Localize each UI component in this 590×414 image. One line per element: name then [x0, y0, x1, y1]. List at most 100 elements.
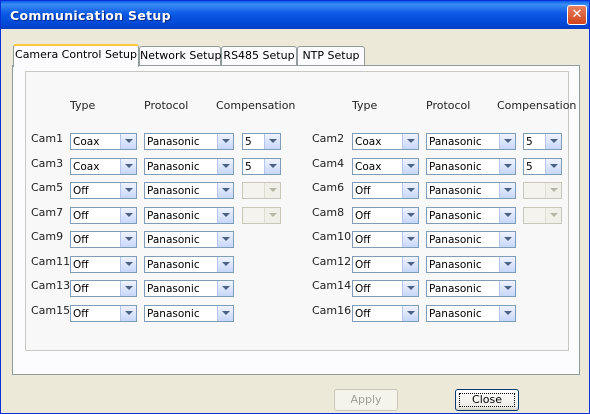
chevron-down-icon	[499, 232, 515, 247]
cam2-compensation-select-value: 5	[526, 136, 533, 148]
chevron-down-icon	[120, 281, 136, 296]
title-bar[interactable]: Communication Setup ✕	[1, 1, 589, 29]
cam12-type-select[interactable]: Off	[352, 255, 419, 273]
close-window-button[interactable]: ✕	[567, 5, 587, 25]
tab-ntp-setup[interactable]: NTP Setup	[297, 46, 365, 66]
chevron-down-icon	[217, 183, 233, 198]
apply-button[interactable]: Apply	[334, 389, 398, 411]
cam6-protocol-select-value: Panasonic	[429, 185, 482, 197]
cam5-protocol-select[interactable]: Panasonic	[144, 182, 234, 199]
cam3-protocol-select[interactable]: Panasonic	[144, 157, 234, 175]
cam3-type-select[interactable]: Coax	[70, 157, 137, 175]
tab-network-setup[interactable]: Network Setup	[139, 46, 221, 66]
chevron-down-icon	[545, 158, 561, 174]
chevron-down-icon	[499, 305, 515, 321]
cam8-compensation-select[interactable]	[523, 206, 562, 224]
cam3-label: Cam3	[31, 156, 64, 170]
cam1-type-select[interactable]: Coax	[70, 133, 137, 150]
cam10-type-select[interactable]: Off	[352, 231, 419, 248]
tab-label: RS485 Setup	[223, 49, 295, 62]
cam5-compensation-select[interactable]	[242, 182, 281, 199]
cam11-protocol-select[interactable]: Panasonic	[144, 255, 234, 273]
cam11-protocol-select-value: Panasonic	[147, 258, 200, 271]
chevron-down-icon	[264, 207, 280, 223]
cam4-type-select-value: Coax	[355, 160, 382, 173]
cam4-compensation-select-value: 5	[526, 160, 533, 173]
cam1-compensation-select[interactable]: 5	[242, 133, 281, 150]
cam7-protocol-select[interactable]: Panasonic	[144, 206, 234, 224]
cam6-label: Cam6	[312, 181, 345, 194]
focus-ring	[459, 393, 515, 407]
close-button[interactable]: Close	[455, 389, 519, 411]
cam2-protocol-select-value: Panasonic	[429, 136, 482, 148]
cam11-type-select[interactable]: Off	[70, 255, 137, 273]
cam4-protocol-select[interactable]: Panasonic	[426, 157, 516, 175]
cam12-type-select-value: Off	[355, 258, 371, 271]
cam4-protocol-select-value: Panasonic	[429, 160, 482, 173]
cam11-label: Cam11	[31, 254, 71, 268]
cam13-type-select[interactable]: Off	[70, 280, 137, 297]
cam5-type-select[interactable]: Off	[70, 182, 137, 199]
cam6-compensation-select[interactable]	[523, 182, 562, 199]
cam12-protocol-select[interactable]: Panasonic	[426, 255, 516, 273]
cam1-protocol-select[interactable]: Panasonic	[144, 133, 234, 150]
cam13-protocol-select[interactable]: Panasonic	[144, 280, 234, 297]
tab-rs485-setup[interactable]: RS485 Setup	[221, 46, 297, 66]
cam7-compensation-select[interactable]	[242, 206, 281, 224]
cam15-protocol-select[interactable]: Panasonic	[144, 304, 234, 322]
cam8-type-select-value: Off	[355, 209, 371, 222]
compensation-column-header-right: Compensation	[497, 99, 577, 112]
chevron-down-icon	[120, 256, 136, 272]
chevron-down-icon	[217, 256, 233, 272]
chevron-down-icon	[120, 232, 136, 247]
cam9-protocol-select[interactable]: Panasonic	[144, 231, 234, 248]
chevron-down-icon	[264, 183, 280, 198]
cam8-label: Cam8	[312, 205, 345, 219]
cam9-type-select[interactable]: Off	[70, 231, 137, 248]
cam4-type-select[interactable]: Coax	[352, 157, 419, 175]
close-icon: ✕	[571, 7, 583, 22]
cam8-protocol-select-value: Panasonic	[429, 209, 482, 222]
cam15-type-select[interactable]: Off	[70, 304, 137, 322]
cam15-type-select-value: Off	[73, 307, 89, 320]
cam10-protocol-select-value: Panasonic	[429, 234, 482, 246]
cam10-protocol-select[interactable]: Panasonic	[426, 231, 516, 248]
cam2-type-select[interactable]: Coax	[352, 133, 419, 150]
cam1-protocol-select-value: Panasonic	[147, 136, 200, 148]
cam4-compensation-select[interactable]: 5	[523, 157, 562, 175]
protocol-column-header-right: Protocol	[426, 99, 471, 112]
cam14-protocol-select[interactable]: Panasonic	[426, 280, 516, 297]
cam16-type-select-value: Off	[355, 307, 371, 320]
cam16-type-select[interactable]: Off	[352, 304, 419, 322]
chevron-down-icon	[264, 134, 280, 149]
chevron-down-icon	[545, 134, 561, 149]
camera-control-tab-page: Type Protocol Compensation Type Protocol…	[12, 65, 580, 375]
cam16-protocol-select[interactable]: Panasonic	[426, 304, 516, 322]
cam13-label: Cam13	[31, 279, 71, 292]
cam1-label: Cam1	[31, 132, 64, 145]
chevron-down-icon	[402, 305, 418, 321]
tab-camera-control-setup[interactable]: Camera Control Setup	[13, 44, 139, 67]
cam6-type-select[interactable]: Off	[352, 182, 419, 199]
cam6-protocol-select[interactable]: Panasonic	[426, 182, 516, 199]
cam3-type-select-value: Coax	[73, 160, 100, 173]
chevron-down-icon	[499, 207, 515, 223]
cam7-type-select[interactable]: Off	[70, 206, 137, 224]
camera-settings-panel: Type Protocol Compensation Type Protocol…	[25, 71, 576, 351]
cam3-protocol-select-value: Panasonic	[147, 160, 200, 173]
compensation-column-header-left: Compensation	[216, 99, 296, 112]
cam7-protocol-select-value: Panasonic	[147, 209, 200, 222]
cam2-protocol-select[interactable]: Panasonic	[426, 133, 516, 150]
cam2-compensation-select[interactable]: 5	[523, 133, 562, 150]
cam8-protocol-select[interactable]: Panasonic	[426, 206, 516, 224]
chevron-down-icon	[120, 134, 136, 149]
chevron-down-icon	[402, 281, 418, 296]
apply-button-label: Apply	[350, 393, 382, 406]
cam12-protocol-select-value: Panasonic	[429, 258, 482, 271]
cam8-type-select[interactable]: Off	[352, 206, 419, 224]
chevron-down-icon	[217, 232, 233, 247]
cam14-protocol-select-value: Panasonic	[429, 283, 482, 295]
cam3-compensation-select[interactable]: 5	[242, 157, 281, 175]
cam2-type-select-value: Coax	[355, 136, 382, 148]
cam14-type-select[interactable]: Off	[352, 280, 419, 297]
